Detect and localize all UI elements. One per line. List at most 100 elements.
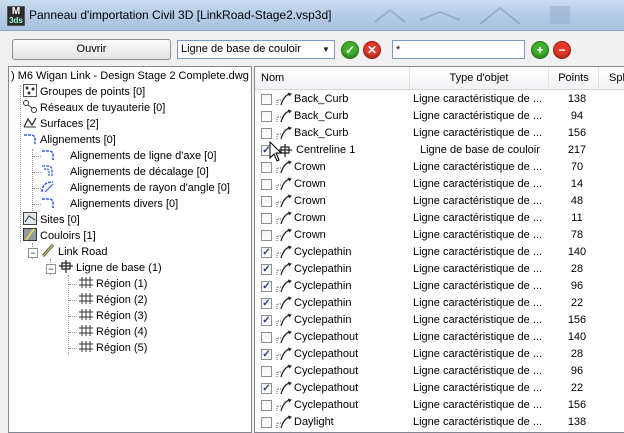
row-checkbox[interactable] (261, 162, 272, 173)
tree-item-alignments-centerline[interactable]: Alignements de ligne d'axe [0] (41, 148, 216, 164)
row-checkbox[interactable]: ✓ (261, 264, 272, 275)
row-checkbox[interactable] (261, 332, 272, 343)
row-checkbox[interactable]: ✓ (261, 247, 272, 258)
tree-item-baseline[interactable]: Ligne de base (1) (59, 260, 162, 276)
table-row[interactable]: Cyclepathout Ligne caractéristique de ...… (255, 397, 624, 414)
x-icon[interactable]: ✕ (363, 41, 381, 59)
cell-name: Crown (294, 161, 326, 173)
row-checkbox[interactable] (261, 196, 272, 207)
tree-item-sites[interactable]: Sites [0] (23, 212, 80, 228)
cell-name: Back_Curb (294, 127, 349, 139)
tree-item-label: Région (3) (96, 310, 148, 322)
cell-name: Cyclepathout (294, 382, 359, 394)
tree-item-region[interactable]: Région (1) (79, 276, 147, 292)
tree-item-corridors[interactable]: Couloirs [1] (23, 228, 96, 244)
collapse-icon[interactable]: − (28, 248, 38, 258)
tree-item-region[interactable]: Région (2) (79, 292, 147, 308)
feature-line-icon (275, 194, 293, 209)
row-checkbox[interactable] (261, 111, 272, 122)
row-checkbox[interactable]: ✓ (261, 298, 272, 309)
table-row[interactable]: ✓ Cyclepathin Ligne caractéristique de ...… (255, 244, 624, 261)
cell-type: Ligne caractéristique de ... (413, 297, 543, 309)
row-checkbox[interactable] (261, 400, 272, 411)
cell-name: Cyclepathin (294, 314, 352, 326)
feature-line-icon (275, 330, 293, 345)
table-row[interactable]: Cyclepathout Ligne caractéristique de ...… (255, 329, 624, 346)
row-checkbox[interactable] (261, 230, 272, 241)
tree-item-alignments[interactable]: Alignements [0] (23, 132, 116, 148)
plus-icon[interactable]: + (531, 41, 549, 59)
table-row[interactable]: Cyclepathout Ligne caractéristique de ...… (255, 363, 624, 380)
cell-points: 94 (570, 110, 584, 122)
row-checkbox[interactable] (261, 94, 272, 105)
table-row[interactable]: ✓ Cyclepathin Ligne caractéristique de ...… (255, 278, 624, 295)
pipe-network-icon (23, 100, 37, 113)
object-grid[interactable]: Nom Type d'objet Points Split Back_Curb L… (254, 66, 624, 433)
row-checkbox[interactable] (261, 179, 272, 190)
tree-item-alignments-misc[interactable]: Alignements divers [0] (41, 196, 178, 212)
tree-item-alignments-curb-return[interactable]: Alignements de rayon d'angle [0] (41, 180, 230, 196)
tree-item-label: Alignements [0] (40, 134, 116, 146)
column-header-name[interactable]: Nom (255, 67, 410, 89)
row-checkbox[interactable] (261, 128, 272, 139)
tree-item-region[interactable]: Région (4) (79, 324, 147, 340)
cell-points: 70 (570, 161, 584, 173)
alignment-icon (24, 134, 36, 144)
tree-item-corridor-link-road[interactable]: Link Road (41, 244, 108, 260)
row-checkbox[interactable] (261, 417, 272, 428)
filter-input[interactable] (392, 40, 525, 59)
row-checkbox[interactable]: ✓ (261, 349, 272, 360)
table-row[interactable]: Crown Ligne caractéristique de ... 78 (255, 227, 624, 244)
tree-item-region[interactable]: Région (3) (79, 308, 147, 324)
column-header-points[interactable]: Points (549, 67, 599, 89)
tree-item-surfaces[interactable]: Surfaces [2] (23, 116, 99, 132)
feature-line-icon (275, 364, 293, 379)
table-row[interactable]: Back_Curb Ligne caractéristique de ... 94 (255, 108, 624, 125)
table-row[interactable]: Back_Curb Ligne caractéristique de ... 138 (255, 91, 624, 108)
surface-icon (23, 117, 37, 128)
row-checkbox[interactable] (261, 366, 272, 377)
minus-icon[interactable]: − (553, 41, 571, 59)
table-row[interactable]: Crown Ligne caractéristique de ... 11 (255, 210, 624, 227)
object-type-select[interactable]: Ligne de base de couloir ▼ (177, 40, 335, 59)
tree-item-region[interactable]: Région (5) (79, 340, 147, 356)
table-row[interactable]: Crown Ligne caractéristique de ... 48 (255, 193, 624, 210)
cell-points: 140 (567, 246, 587, 258)
object-tree[interactable]: ) M6 Wigan Link - Design Stage 2 Complet… (8, 66, 252, 433)
table-row[interactable]: Crown Ligne caractéristique de ... 14 (255, 176, 624, 193)
table-row[interactable]: Daylight Ligne caractéristique de ... 138 (255, 414, 624, 431)
table-row[interactable]: ✓ Cyclepathin Ligne caractéristique de ...… (255, 261, 624, 278)
table-row[interactable]: ✓ Cyclepathin Ligne caractéristique de ...… (255, 295, 624, 312)
tree-root-file[interactable]: ) M6 Wigan Link - Design Stage 2 Complet… (11, 68, 249, 84)
cell-name: Cyclepathout (294, 348, 359, 360)
row-checkbox[interactable] (261, 213, 272, 224)
tree-item-point-groups[interactable]: Groupes de points [0] (23, 84, 145, 100)
feature-line-icon (275, 245, 293, 260)
tree-item-pipe-networks[interactable]: Réseaux de tuyauterie [0] (23, 100, 165, 116)
table-row[interactable]: ✓ Cyclepathout Ligne caractéristique de ..… (255, 346, 624, 363)
table-row[interactable]: Crown Ligne caractéristique de ... 70 (255, 159, 624, 176)
check-icon[interactable]: ✓ (341, 41, 359, 59)
row-checkbox[interactable]: ✓ (261, 383, 272, 394)
table-row[interactable]: ✓ Cyclepathout Ligne caractéristique de ..… (255, 380, 624, 397)
feature-line-icon (275, 347, 293, 362)
column-header-type[interactable]: Type d'objet (410, 67, 549, 89)
feature-line-icon (275, 398, 293, 413)
row-checkbox[interactable]: ✓ (261, 315, 272, 326)
open-button[interactable]: Ouvrir (12, 39, 171, 60)
tree-connector (33, 172, 41, 173)
tree-item-label: Alignements de décalage [0] (70, 166, 209, 178)
tree-connector (69, 300, 77, 301)
cell-type: Ligne caractéristique de ... (413, 212, 543, 224)
table-row[interactable]: ✓ Centreline 1 Ligne de base de couloir 217 (255, 142, 624, 159)
collapse-icon[interactable]: − (46, 264, 56, 274)
column-header-split[interactable]: Split (599, 67, 624, 89)
cell-type: Ligne caractéristique de ... (413, 280, 543, 292)
cell-name: Daylight (294, 416, 334, 428)
table-row[interactable]: Back_Curb Ligne caractéristique de ... 156 (255, 125, 624, 142)
tree-item-alignments-offset[interactable]: Alignements de décalage [0] (41, 164, 209, 180)
table-row[interactable]: ✓ Cyclepathin Ligne caractéristique de ...… (255, 312, 624, 329)
row-checkbox[interactable]: ✓ (261, 281, 272, 292)
region-icon (79, 309, 93, 320)
window-title: Panneau d'importation Civil 3D [LinkRoad… (29, 8, 332, 22)
